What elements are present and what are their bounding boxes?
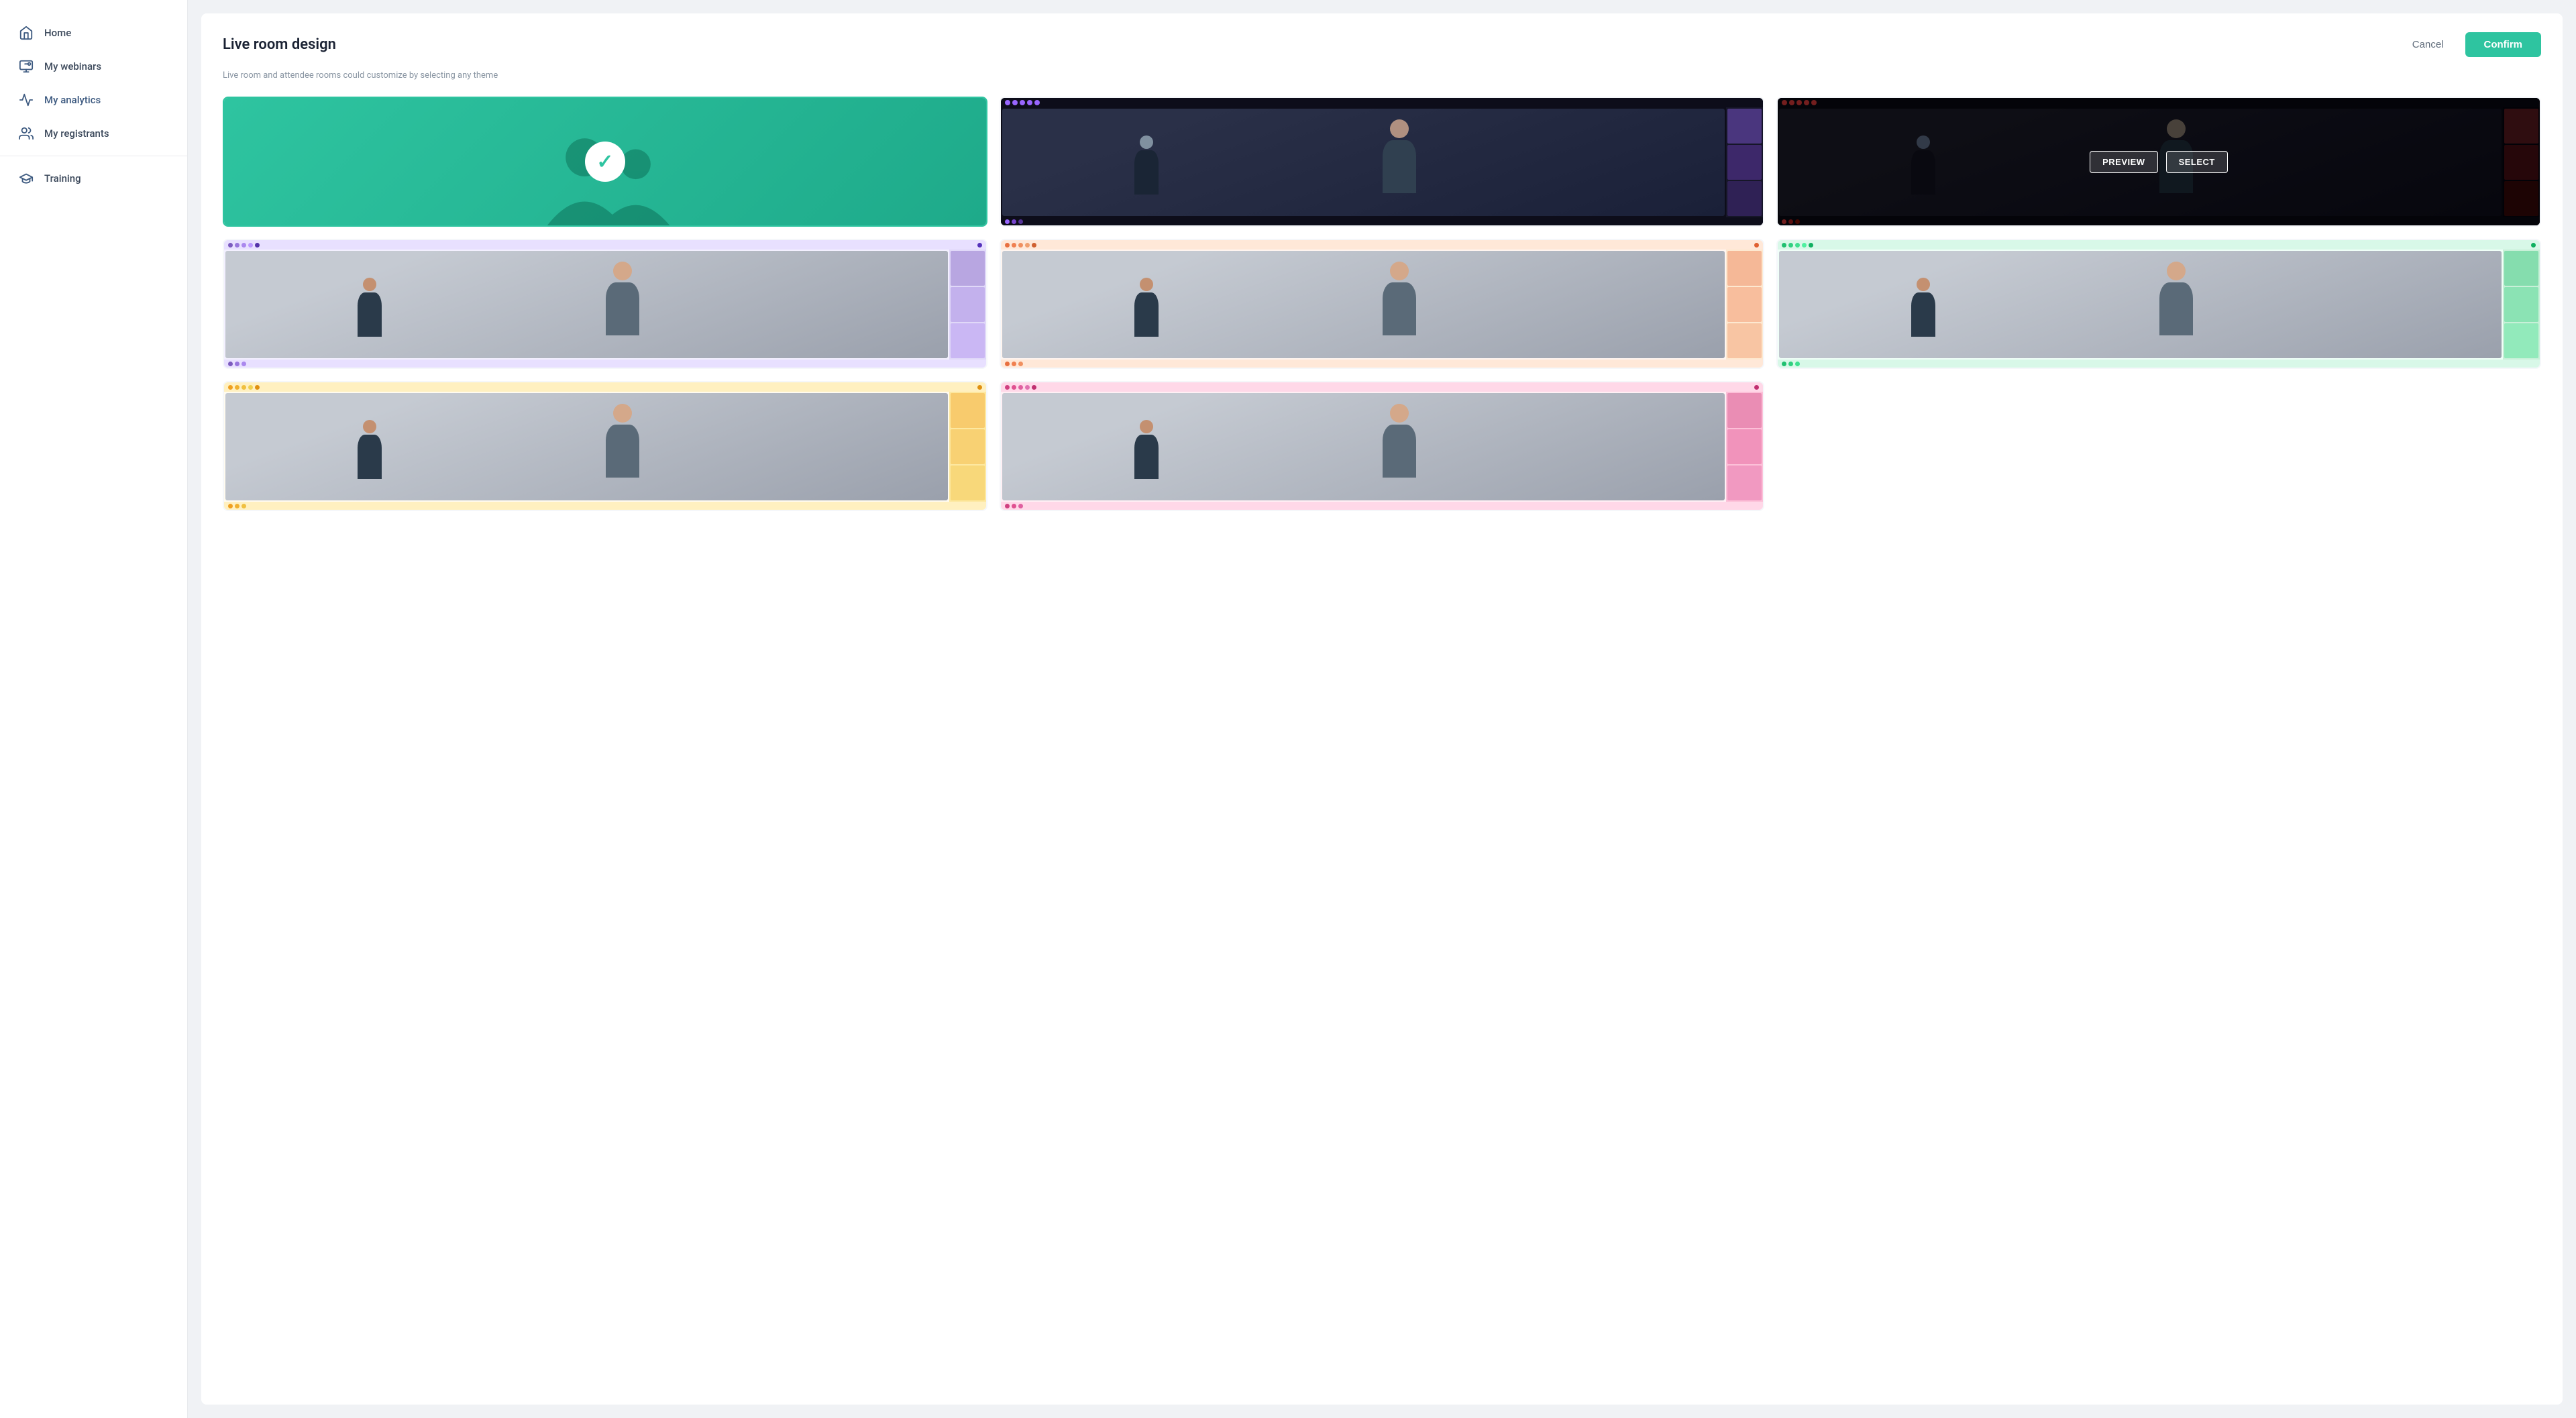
page-header: Live room design Cancel Confirm bbox=[223, 32, 2541, 57]
content-card: Live room design Cancel Confirm Live roo… bbox=[201, 13, 2563, 1405]
theme-card-4-inner bbox=[224, 240, 986, 368]
header-actions: Cancel Confirm bbox=[2402, 32, 2541, 57]
sidebar-item-my-analytics[interactable]: My analytics bbox=[0, 83, 187, 117]
preview-button-3[interactable]: PREVIEW bbox=[2090, 151, 2157, 173]
theme-card-5-inner bbox=[1001, 240, 1763, 368]
theme-card-5[interactable] bbox=[1000, 239, 1764, 369]
theme-card-7[interactable] bbox=[223, 381, 987, 511]
theme-card-3-inner: PREVIEW SELECT bbox=[1778, 98, 2540, 225]
theme-grid: PREVIEW SELECT bbox=[223, 97, 2541, 511]
theme-card-6[interactable] bbox=[1776, 239, 2541, 369]
theme-card-7-inner bbox=[224, 382, 986, 510]
sidebar-item-home[interactable]: Home bbox=[0, 16, 187, 50]
webinars-icon bbox=[19, 59, 34, 74]
registrants-icon bbox=[19, 126, 34, 141]
select-button-3[interactable]: SELECT bbox=[2166, 151, 2228, 173]
training-icon bbox=[19, 171, 34, 186]
page-subtitle: Live room and attendee rooms could custo… bbox=[223, 70, 2541, 80]
sidebar-item-my-registrants[interactable]: My registrants bbox=[0, 117, 187, 150]
theme-card-8-inner bbox=[1001, 382, 1763, 510]
sidebar-item-my-webinars-label: My webinars bbox=[44, 60, 101, 72]
home-icon bbox=[19, 25, 34, 40]
analytics-icon bbox=[19, 93, 34, 107]
selected-checkmark bbox=[585, 142, 625, 182]
sidebar-item-training[interactable]: Training bbox=[0, 162, 187, 195]
theme-card-2[interactable] bbox=[1000, 97, 1764, 227]
page-title: Live room design bbox=[223, 36, 336, 53]
theme-card-4[interactable] bbox=[223, 239, 987, 369]
theme-card-2-inner bbox=[1001, 98, 1763, 225]
theme-card-3-hover-overlay: PREVIEW SELECT bbox=[1778, 98, 2540, 225]
confirm-button[interactable]: Confirm bbox=[2465, 32, 2542, 57]
sidebar-item-training-label: Training bbox=[44, 172, 81, 184]
theme-card-1-inner bbox=[224, 98, 986, 225]
sidebar-item-home-label: Home bbox=[44, 27, 71, 39]
main-content: Live room design Cancel Confirm Live roo… bbox=[188, 0, 2576, 1418]
theme-card-1[interactable] bbox=[223, 97, 987, 227]
theme-card-6-inner bbox=[1778, 240, 2540, 368]
theme-card-3[interactable]: PREVIEW SELECT bbox=[1776, 97, 2541, 227]
sidebar-item-my-registrants-label: My registrants bbox=[44, 127, 109, 140]
cancel-button[interactable]: Cancel bbox=[2402, 34, 2455, 56]
sidebar-item-my-webinars[interactable]: My webinars bbox=[0, 50, 187, 83]
theme-card-8[interactable] bbox=[1000, 381, 1764, 511]
sidebar: Home My webinars My analytics bbox=[0, 0, 188, 1418]
sidebar-item-my-analytics-label: My analytics bbox=[44, 94, 101, 106]
